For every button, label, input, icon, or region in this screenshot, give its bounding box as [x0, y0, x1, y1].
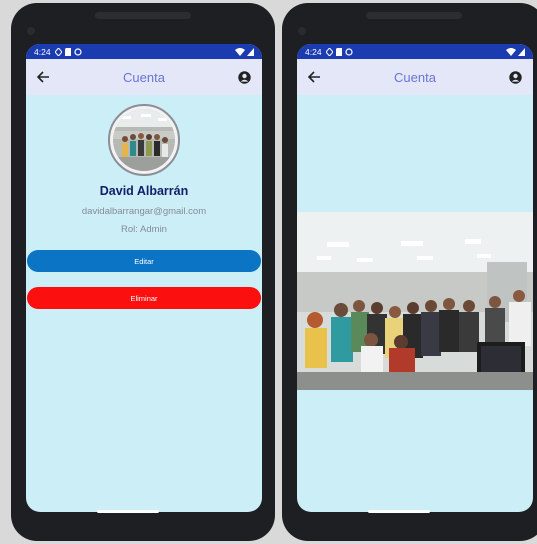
page-title: Cuenta: [394, 69, 436, 85]
profile-screen: 4:24 Cuenta David Albarrán davidalbarran…: [26, 44, 262, 512]
phone-camera: [298, 27, 306, 35]
status-bar: 4:24: [297, 44, 533, 59]
avatar-photo: [113, 109, 175, 171]
app-bar: Cuenta: [297, 59, 533, 95]
location-icon: [325, 47, 333, 56]
phone-speaker: [95, 12, 191, 19]
back-button[interactable]: [34, 68, 52, 86]
app-bar: Cuenta: [26, 59, 262, 95]
group-photo[interactable]: [297, 212, 533, 390]
home-indicator[interactable]: [97, 510, 159, 513]
sd-card-icon: [335, 47, 342, 56]
avatar[interactable]: [108, 104, 180, 176]
sd-card-icon: [64, 47, 71, 56]
phone-speaker: [366, 12, 462, 19]
delete-button[interactable]: Eliminar: [27, 287, 261, 309]
profile-role: Rol: Admin: [121, 224, 167, 235]
back-arrow-icon: [36, 71, 49, 83]
account-button[interactable]: [236, 68, 254, 86]
edit-button[interactable]: Editar: [27, 250, 261, 272]
phone-left: 4:24 Cuenta David Albarrán davidalbarran…: [11, 3, 275, 541]
wifi-icon: [235, 47, 245, 56]
account-circle-icon: [238, 70, 252, 84]
page-title: Cuenta: [123, 69, 165, 85]
back-arrow-icon: [307, 71, 320, 83]
phone-camera: [27, 27, 35, 35]
profile-name: David Albarrán: [99, 184, 189, 198]
account-button[interactable]: [507, 68, 525, 86]
wifi-icon: [506, 47, 516, 56]
status-time: 4:24: [34, 46, 51, 57]
phone-right: 4:24 Cuenta: [282, 3, 537, 541]
status-time: 4:24: [305, 46, 322, 57]
home-indicator[interactable]: [368, 510, 430, 513]
status-bar: 4:24: [26, 44, 262, 59]
account-circle-icon: [509, 70, 523, 84]
location-icon: [54, 47, 62, 56]
back-button[interactable]: [305, 68, 323, 86]
battery-icon: [518, 47, 525, 56]
sync-icon: [344, 47, 353, 56]
battery-icon: [247, 47, 254, 56]
profile-email: davidalbarrangar@gmail.com: [81, 206, 207, 217]
sync-icon: [73, 47, 82, 56]
photo-screen: 4:24 Cuenta: [297, 44, 533, 512]
